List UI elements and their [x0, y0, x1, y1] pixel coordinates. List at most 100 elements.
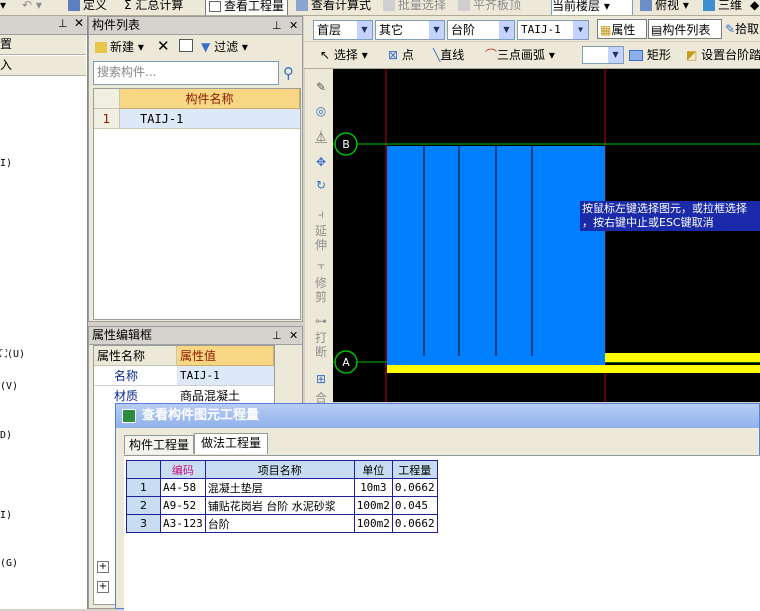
copy-icon[interactable] — [179, 39, 193, 52]
tree-fragment[interactable]: ⛶(U) — [0, 349, 25, 360]
component-select[interactable]: TAIJ-1 ▼ — [517, 20, 589, 40]
drawing-canvas[interactable]: B A 按鼠标左键选择图元，或拉框选择 ，按右键中止或ESC键取消 — [333, 69, 760, 402]
tree-fragment[interactable]: (G) — [0, 558, 18, 569]
point-label: 点 — [401, 48, 414, 62]
view-formula-button[interactable]: 查看计算式 — [296, 0, 371, 14]
break-icon[interactable]: ⊶ — [311, 314, 331, 328]
line-tool-button[interactable]: ╲直线 — [433, 46, 464, 64]
quantity-header[interactable]: 工程量 — [391, 460, 438, 479]
arc-icon: ⌒ — [485, 48, 498, 62]
more-toolbar-icon[interactable]: ◆ — [750, 0, 759, 14]
top-view-label: 俯视 — [655, 0, 680, 12]
batch-select-button[interactable]: 批量选择 — [383, 0, 446, 14]
attribute-button[interactable]: ▦属性 — [597, 19, 647, 39]
close-icon[interactable]: ✕ — [289, 17, 298, 34]
component-search-input[interactable]: 搜索构件... — [93, 61, 279, 85]
select-tool-button[interactable]: ↖ 选择 ▾ — [320, 46, 368, 64]
define-button[interactable]: 定义 — [68, 0, 107, 14]
left-item-import[interactable]: 入 — [0, 56, 86, 76]
define-icon — [68, 0, 80, 11]
type-value: 台阶 — [451, 23, 476, 37]
step-edge-band[interactable] — [387, 365, 760, 373]
tree-fragment[interactable]: D) — [0, 430, 12, 441]
property-editor-title: 属性编辑框 — [89, 327, 302, 345]
rect-label: 矩形 — [646, 48, 671, 62]
pin-icon[interactable]: ⊥ — [272, 17, 282, 34]
quantity-dialog: 查看构件图元工程量 构件工程量 做法工程量 编码 项目名称 单位 工程量 1 A… — [115, 403, 760, 611]
current-floor-select[interactable]: 当前楼层 ▾ — [551, 0, 633, 15]
component-list-toggle-button[interactable]: ▤构件列表 — [648, 19, 722, 39]
expand-icon[interactable]: + — [97, 581, 109, 593]
left-item-settings[interactable]: 置 — [0, 35, 86, 55]
type-select[interactable]: 台阶 ▼ — [447, 20, 515, 40]
tree-fragment[interactable]: (V) — [0, 381, 18, 392]
break-tool-label[interactable]: 打断 — [311, 331, 331, 359]
batch-select-label: 批量选择 — [398, 0, 447, 12]
mirror-icon[interactable]: ⏅ — [311, 128, 331, 145]
arc-tool-button[interactable]: ⌒三点画弧 ▾ — [485, 46, 555, 64]
filter-icon: ▼ — [201, 40, 211, 54]
property-name-header[interactable]: 属性名称 — [94, 346, 177, 366]
rotate-icon[interactable]: ↻ — [311, 178, 331, 192]
unit-header[interactable]: 单位 — [353, 460, 393, 479]
batch-select-icon — [383, 0, 395, 11]
pin-icon[interactable]: ⊥ — [272, 327, 282, 344]
search-icon[interactable]: ⚲ — [283, 64, 294, 82]
trim-tool-label[interactable]: 修剪 — [311, 276, 331, 304]
property-value-cell[interactable]: TAIJ-1 — [177, 366, 274, 386]
expand-icon[interactable]: + — [97, 561, 109, 573]
table-row[interactable]: 3 A3-123 台阶 100m2 0.0662 — [126, 514, 438, 533]
3d-icon — [703, 0, 715, 11]
extend-tool-label[interactable]: 延伸 — [311, 224, 331, 252]
category-select[interactable]: 其它 ▼ — [375, 20, 445, 40]
floor-value: 首层 — [317, 23, 342, 37]
tab-component-quantity[interactable]: 构件工程量 — [124, 435, 194, 454]
pick-button[interactable]: ✎拾取 — [725, 19, 759, 39]
align-slab-top-button[interactable]: 平齐板顶 — [458, 0, 521, 14]
tab-method-quantity[interactable]: 做法工程量 — [194, 433, 268, 454]
code-cell: A3-123 — [160, 514, 206, 533]
merge-icon[interactable]: ⊞ — [311, 372, 331, 386]
component-name-header[interactable]: 构件名称 — [120, 89, 300, 109]
category-value: 其它 — [379, 23, 404, 37]
table-row[interactable]: 1 A4-58 混凝土垫层 10m3 0.0662 — [126, 478, 438, 497]
floor-select[interactable]: 首层 ▼ — [313, 20, 373, 40]
tree-fragment[interactable]: I) — [0, 158, 12, 169]
delete-icon[interactable]: ✕ — [157, 37, 170, 55]
dropdown-arrow-icon[interactable]: ▾ — [0, 0, 6, 14]
list-icon: ▤ — [651, 23, 663, 37]
attribute-icon: ▦ — [600, 23, 612, 37]
3d-view-label: 三维 — [718, 0, 743, 12]
extend-icon[interactable]: ⫞ — [311, 207, 331, 222]
code-header[interactable]: 编码 — [160, 460, 206, 479]
move-icon[interactable]: ✥ — [311, 155, 331, 169]
pin-icon[interactable]: ⊥ — [58, 17, 68, 30]
arc-option-select[interactable]: ▼ — [582, 46, 624, 64]
table-row[interactable]: 2 A9-52 铺贴花岗岩 台阶 水泥砂浆 100m2 0.045 — [126, 496, 438, 515]
step-edge-band[interactable] — [605, 353, 760, 362]
close-icon[interactable]: ✕ — [74, 16, 84, 30]
set-step-button[interactable]: ◩ 设置台阶踏 — [686, 46, 760, 64]
drawing-svg: B A — [333, 69, 760, 402]
item-name-header[interactable]: 项目名称 — [204, 460, 355, 479]
pen-icon[interactable]: ✎ — [311, 80, 331, 94]
filter-button[interactable]: ▼ 过滤 ▾ — [201, 38, 248, 56]
point-tool-button[interactable]: ⊠ 点 — [388, 46, 414, 64]
new-component-button[interactable]: 新建 ▾ — [95, 38, 144, 56]
close-icon[interactable]: ✕ — [289, 327, 298, 344]
undo-arrow-icon[interactable]: ↶ ▾ — [22, 0, 42, 14]
sum-calc-button[interactable]: Σ 汇总计算 — [124, 0, 183, 14]
copy-shape-icon[interactable]: ◎ — [311, 104, 331, 118]
top-view-button[interactable]: 俯视 ▾ — [640, 0, 689, 14]
view-quantity-button[interactable]: 查看工程量 — [205, 0, 289, 15]
trim-icon[interactable]: ⫟ — [311, 258, 331, 273]
pick-label: 拾取 — [735, 22, 760, 36]
tree-fragment[interactable]: I) — [0, 510, 12, 521]
attribute-label: 属性 — [611, 23, 636, 37]
component-row[interactable]: TAIJ-1 — [120, 109, 300, 129]
view-quantity-label: 查看工程量 — [224, 0, 285, 13]
item-name-cell: 铺贴花岗岩 台阶 水泥砂浆 — [204, 496, 355, 515]
3d-view-button[interactable]: 三维 — [703, 0, 742, 14]
property-value-header[interactable]: 属性值 — [177, 346, 274, 366]
rect-tool-button[interactable]: 矩形 — [629, 46, 671, 64]
